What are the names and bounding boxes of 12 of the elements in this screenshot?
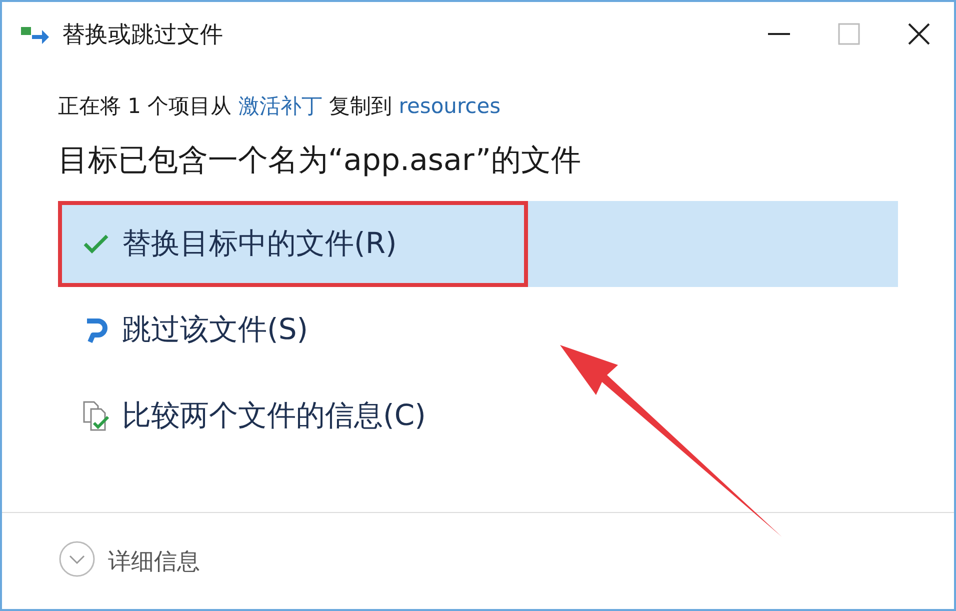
window-title: 替换或跳过文件 bbox=[62, 20, 224, 50]
minimize-icon[interactable] bbox=[768, 32, 790, 36]
documents-check-icon bbox=[81, 400, 111, 432]
option-button[interactable]: 跳过该文件(S) bbox=[58, 287, 898, 373]
folder-link[interactable]: resources bbox=[398, 94, 501, 118]
checkmark-icon bbox=[82, 233, 110, 255]
conflict-message: 目标已包含一个名为“app.asar”的文件 bbox=[58, 142, 582, 180]
details-label[interactable]: 详细信息 bbox=[108, 546, 200, 576]
copy-status-text: 正在将 1 个项目从 激活补丁 复制到 resources bbox=[58, 93, 502, 120]
close-icon[interactable] bbox=[907, 22, 931, 46]
option-button[interactable]: 替换目标中的文件(R) bbox=[58, 201, 898, 287]
folder-link[interactable]: 激活补丁 bbox=[238, 94, 322, 118]
